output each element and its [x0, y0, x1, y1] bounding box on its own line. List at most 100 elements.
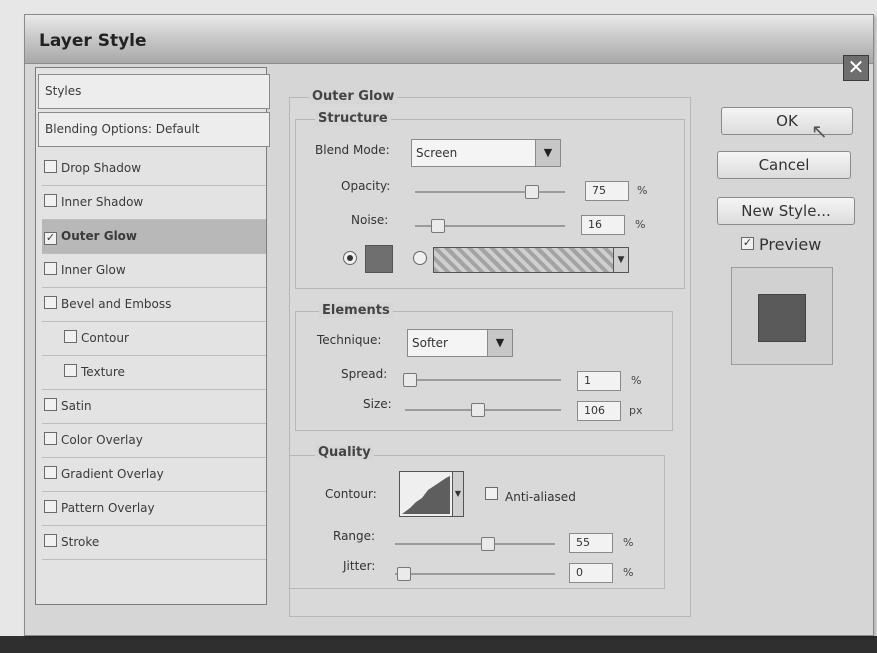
sidebar-item-label: Inner Shadow: [61, 195, 144, 209]
styles-panel: Styles Blending Options: Default Drop Sh…: [35, 67, 270, 605]
anti-aliased-label: Anti-aliased: [505, 490, 576, 504]
sidebar-item-label: Bevel and Emboss: [61, 297, 172, 311]
quality-title: Quality: [315, 445, 374, 460]
preview-checkbox[interactable]: ✓: [741, 237, 754, 250]
technique-label: Technique:: [317, 333, 382, 347]
sidebar-item-label: Pattern Overlay: [61, 501, 155, 515]
sidebar-item-label: Outer Glow: [61, 229, 138, 243]
sidebar-item-inner-shadow[interactable]: Inner Shadow: [42, 186, 266, 220]
sidebar-item-label: Texture: [81, 365, 125, 379]
contour-picker[interactable]: [399, 471, 453, 517]
sidebar-item-label: Drop Shadow: [61, 161, 142, 175]
noise-input[interactable]: 16: [581, 215, 625, 235]
noise-label: Noise:: [351, 213, 389, 227]
bevel-emboss-checkbox[interactable]: [44, 296, 57, 309]
sidebar-item-drop-shadow[interactable]: Drop Shadow: [42, 152, 266, 186]
sidebar-item-label: Gradient Overlay: [61, 467, 164, 481]
range-input[interactable]: 55: [569, 533, 613, 553]
drop-shadow-checkbox[interactable]: [44, 160, 57, 173]
sidebar-item-label: Styles: [45, 84, 82, 98]
spread-label: Spread:: [341, 367, 388, 381]
sidebar-item-label: Blending Options: Default: [45, 122, 200, 136]
glow-color-swatch[interactable]: [365, 245, 393, 273]
satin-checkbox[interactable]: [44, 398, 57, 411]
gradient-dropdown-arrow[interactable]: ▼: [613, 247, 629, 273]
chevron-down-icon: ▼: [487, 330, 512, 356]
contour-curve-icon: [402, 476, 450, 514]
opacity-input[interactable]: 75: [585, 181, 629, 201]
color-overlay-checkbox[interactable]: [44, 432, 57, 445]
opacity-unit: %: [637, 184, 648, 197]
sidebar-item-pattern-overlay[interactable]: Pattern Overlay: [42, 492, 266, 526]
jitter-label: Jitter:: [343, 559, 376, 573]
sidebar-item-bevel-emboss[interactable]: Bevel and Emboss: [42, 288, 266, 322]
texture-checkbox[interactable]: [64, 364, 77, 377]
sidebar-item-label: Satin: [61, 399, 92, 413]
anti-aliased-checkbox[interactable]: [485, 487, 498, 500]
pattern-overlay-checkbox[interactable]: [44, 500, 57, 513]
inner-glow-checkbox[interactable]: [44, 262, 57, 275]
range-slider-thumb[interactable]: [481, 537, 495, 551]
new-style-button[interactable]: New Style...: [717, 197, 855, 225]
cursor-icon: ↖: [811, 119, 828, 143]
sidebar-item-gradient-overlay[interactable]: Gradient Overlay: [42, 458, 266, 492]
sidebar-item-satin[interactable]: Satin: [42, 390, 266, 424]
size-slider-thumb[interactable]: [471, 403, 485, 417]
cancel-button[interactable]: Cancel: [717, 151, 851, 179]
sidebar-item-styles[interactable]: Styles: [38, 74, 270, 109]
sidebar-item-inner-glow[interactable]: Inner Glow: [42, 254, 266, 288]
technique-value: Softer: [412, 336, 448, 350]
blend-mode-select[interactable]: Screen ▼: [411, 139, 561, 167]
preview-swatch: [758, 294, 806, 342]
gradient-picker[interactable]: [433, 247, 615, 273]
solid-color-radio[interactable]: [343, 251, 357, 265]
sidebar-item-stroke[interactable]: Stroke: [42, 526, 266, 560]
close-button[interactable]: ✕: [843, 55, 869, 81]
spread-slider-thumb[interactable]: [403, 373, 417, 387]
outer-glow-checkbox[interactable]: ✓: [44, 232, 57, 245]
contour-checkbox[interactable]: [64, 330, 77, 343]
range-slider[interactable]: [395, 543, 555, 545]
contour-label: Contour:: [325, 487, 377, 501]
sidebar-item-label: Stroke: [61, 535, 100, 549]
size-input[interactable]: 106: [577, 401, 621, 421]
sidebar-item-label: Inner Glow: [61, 263, 126, 277]
dialog-title: Layer Style: [39, 31, 147, 51]
range-label: Range:: [333, 529, 376, 543]
range-unit: %: [623, 536, 634, 549]
size-label: Size:: [363, 397, 392, 411]
gradient-overlay-checkbox[interactable]: [44, 466, 57, 479]
elements-title: Elements: [319, 303, 393, 318]
sidebar-item-texture[interactable]: Texture: [42, 356, 266, 390]
blend-mode-value: Screen: [416, 146, 458, 160]
spread-unit: %: [631, 374, 642, 387]
spread-input[interactable]: 1: [577, 371, 621, 391]
inner-shadow-checkbox[interactable]: [44, 194, 57, 207]
jitter-slider[interactable]: [395, 573, 555, 575]
desktop-edge: [0, 636, 877, 653]
preview-box: [731, 267, 833, 365]
jitter-input[interactable]: 0: [569, 563, 613, 583]
preview-label: Preview: [759, 235, 822, 254]
contour-dropdown-arrow[interactable]: ▼: [452, 471, 464, 517]
jitter-slider-thumb[interactable]: [397, 567, 411, 581]
opacity-label: Opacity:: [341, 179, 391, 193]
opacity-slider-thumb[interactable]: [525, 185, 539, 199]
dialog-titlebar[interactable]: Layer Style: [25, 15, 873, 64]
opacity-slider[interactable]: [415, 191, 565, 193]
stroke-checkbox[interactable]: [44, 534, 57, 547]
chevron-down-icon: ▼: [535, 140, 560, 166]
gradient-radio[interactable]: [413, 251, 427, 265]
sidebar-item-label: Color Overlay: [61, 433, 143, 447]
sidebar-item-blending-options[interactable]: Blending Options: Default: [38, 112, 270, 147]
technique-select[interactable]: Softer ▼: [407, 329, 513, 357]
sidebar-item-contour[interactable]: Contour: [42, 322, 266, 356]
noise-slider-thumb[interactable]: [431, 219, 445, 233]
noise-unit: %: [635, 218, 646, 231]
sidebar-item-outer-glow[interactable]: ✓ Outer Glow: [42, 220, 266, 254]
sidebar-item-label: Contour: [81, 331, 129, 345]
spread-slider[interactable]: [405, 379, 561, 381]
sidebar-item-color-overlay[interactable]: Color Overlay: [42, 424, 266, 458]
ok-button[interactable]: OK: [721, 107, 853, 135]
structure-title: Structure: [315, 111, 391, 126]
